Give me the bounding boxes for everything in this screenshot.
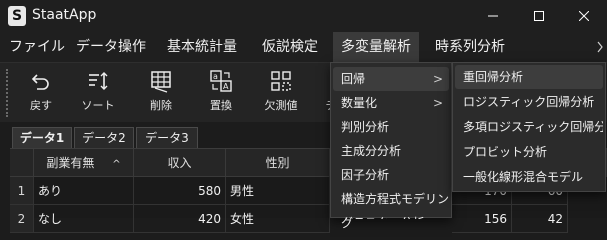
menu-basic-stats[interactable]: 基本統計量	[156, 32, 248, 62]
menu-bar: ファイル データ操作 基本統計量 仮説検定 多変量解析 時系列分析	[0, 32, 607, 62]
column-header-label: 副業有無	[46, 156, 95, 170]
app-logo-icon: S	[8, 6, 26, 26]
delete-label: 削除	[150, 99, 172, 112]
submenu-arrow-icon: >	[432, 96, 443, 110]
menu-hypothesis-test[interactable]: 仮説検定	[254, 32, 326, 62]
grid-cell[interactable]: 156	[452, 205, 512, 233]
menu-item-factor-analysis[interactable]: 因子分析	[333, 163, 449, 187]
column-header-gender[interactable]: 性別	[226, 149, 330, 177]
tab-data1[interactable]: データ1	[12, 127, 72, 149]
menu-time-series[interactable]: 時系列分析	[428, 32, 512, 62]
grid-cell[interactable]: なし	[34, 205, 134, 233]
menu-item-glmm[interactable]: 一般化線形混合モデル	[455, 165, 603, 189]
replace-icon: aA	[210, 70, 232, 92]
menu-item-label: 数量化	[341, 96, 378, 110]
row-header[interactable]: 2	[10, 205, 34, 233]
row-header[interactable]: 1	[10, 177, 34, 205]
column-header-income[interactable]: 収入	[134, 149, 226, 177]
menu-item-multiple-regression[interactable]: 重回帰分析	[455, 65, 603, 89]
menu-file[interactable]: ファイル	[6, 32, 68, 62]
close-button[interactable]	[561, 0, 607, 32]
menu-data-ops[interactable]: データ操作	[72, 32, 150, 62]
svg-text:a: a	[213, 72, 218, 81]
title-bar: S StaatApp	[0, 0, 607, 32]
menu-item-pca[interactable]: 主成分分析	[333, 139, 449, 163]
delete-grid-icon	[151, 71, 171, 93]
menu-item-cluster[interactable]: クラスター分析	[333, 211, 449, 219]
regression-submenu: 重回帰分析 ロジスティック回帰分析 多項ロジスティック回帰分析 プロビット分析 …	[452, 62, 606, 192]
minimize-button[interactable]	[470, 0, 516, 32]
maximize-button[interactable]	[516, 0, 562, 32]
grid-cell[interactable]: 420	[134, 205, 226, 233]
missing-values-label: 欠測値	[264, 99, 298, 112]
grid-cell[interactable]: 580	[134, 177, 226, 205]
menu-item-probit[interactable]: プロビット分析	[455, 140, 603, 164]
sort-button[interactable]: ソート	[73, 69, 123, 117]
app-title: StaatApp	[32, 7, 97, 23]
tab-data2[interactable]: データ2	[74, 127, 134, 149]
submenu-arrow-icon: >	[432, 72, 443, 86]
toolbar-grip[interactable]	[6, 69, 8, 117]
menu-item-multinomial-logistic[interactable]: 多項ロジスティック回帰分析	[455, 115, 603, 139]
menu-item-discriminant[interactable]: 判別分析	[333, 115, 449, 139]
grid-cell[interactable]: 男性	[226, 177, 330, 205]
missing-values-icon	[271, 71, 291, 91]
menu-item-quantification[interactable]: 数量化 >	[333, 91, 449, 115]
column-header-side-job[interactable]: 副業有無 ^	[34, 149, 134, 177]
menu-item-regression[interactable]: 回帰 >	[333, 67, 449, 91]
replace-label: 置換	[210, 99, 232, 112]
grid-cell[interactable]: あり	[34, 177, 134, 205]
menu-item-label: 回帰	[341, 72, 366, 86]
svg-text:A: A	[223, 82, 229, 91]
close-icon	[579, 11, 589, 21]
undo-button[interactable]: 戻す	[16, 69, 66, 117]
menu-item-sem[interactable]: 構造方程式モデリング	[333, 187, 449, 230]
minimize-icon	[488, 15, 498, 17]
multivariate-menu: 回帰 > 数量化 > 判別分析 主成分分析 因子分析 構造方程式モデリング クラ…	[330, 62, 452, 230]
more-menu-chevron-icon[interactable]	[597, 41, 603, 53]
undo-icon	[31, 74, 49, 90]
corner-header[interactable]	[10, 149, 34, 177]
maximize-icon	[534, 11, 544, 21]
tab-data3[interactable]: データ3	[136, 127, 198, 149]
menu-multivariate[interactable]: 多変量解析	[333, 32, 419, 62]
replace-button[interactable]: aA 置換	[196, 69, 246, 117]
sort-label: ソート	[81, 99, 115, 112]
sort-ascending-icon: ^	[112, 159, 121, 170]
grid-cell[interactable]: 42	[512, 205, 568, 233]
delete-button[interactable]: 削除	[136, 69, 186, 117]
grid-cell[interactable]: 女性	[226, 205, 330, 233]
undo-label: 戻す	[30, 99, 52, 112]
menu-item-logistic-regression[interactable]: ロジスティック回帰分析	[455, 90, 603, 114]
missing-values-button[interactable]: 欠測値	[256, 69, 306, 117]
sort-icon	[89, 72, 108, 90]
